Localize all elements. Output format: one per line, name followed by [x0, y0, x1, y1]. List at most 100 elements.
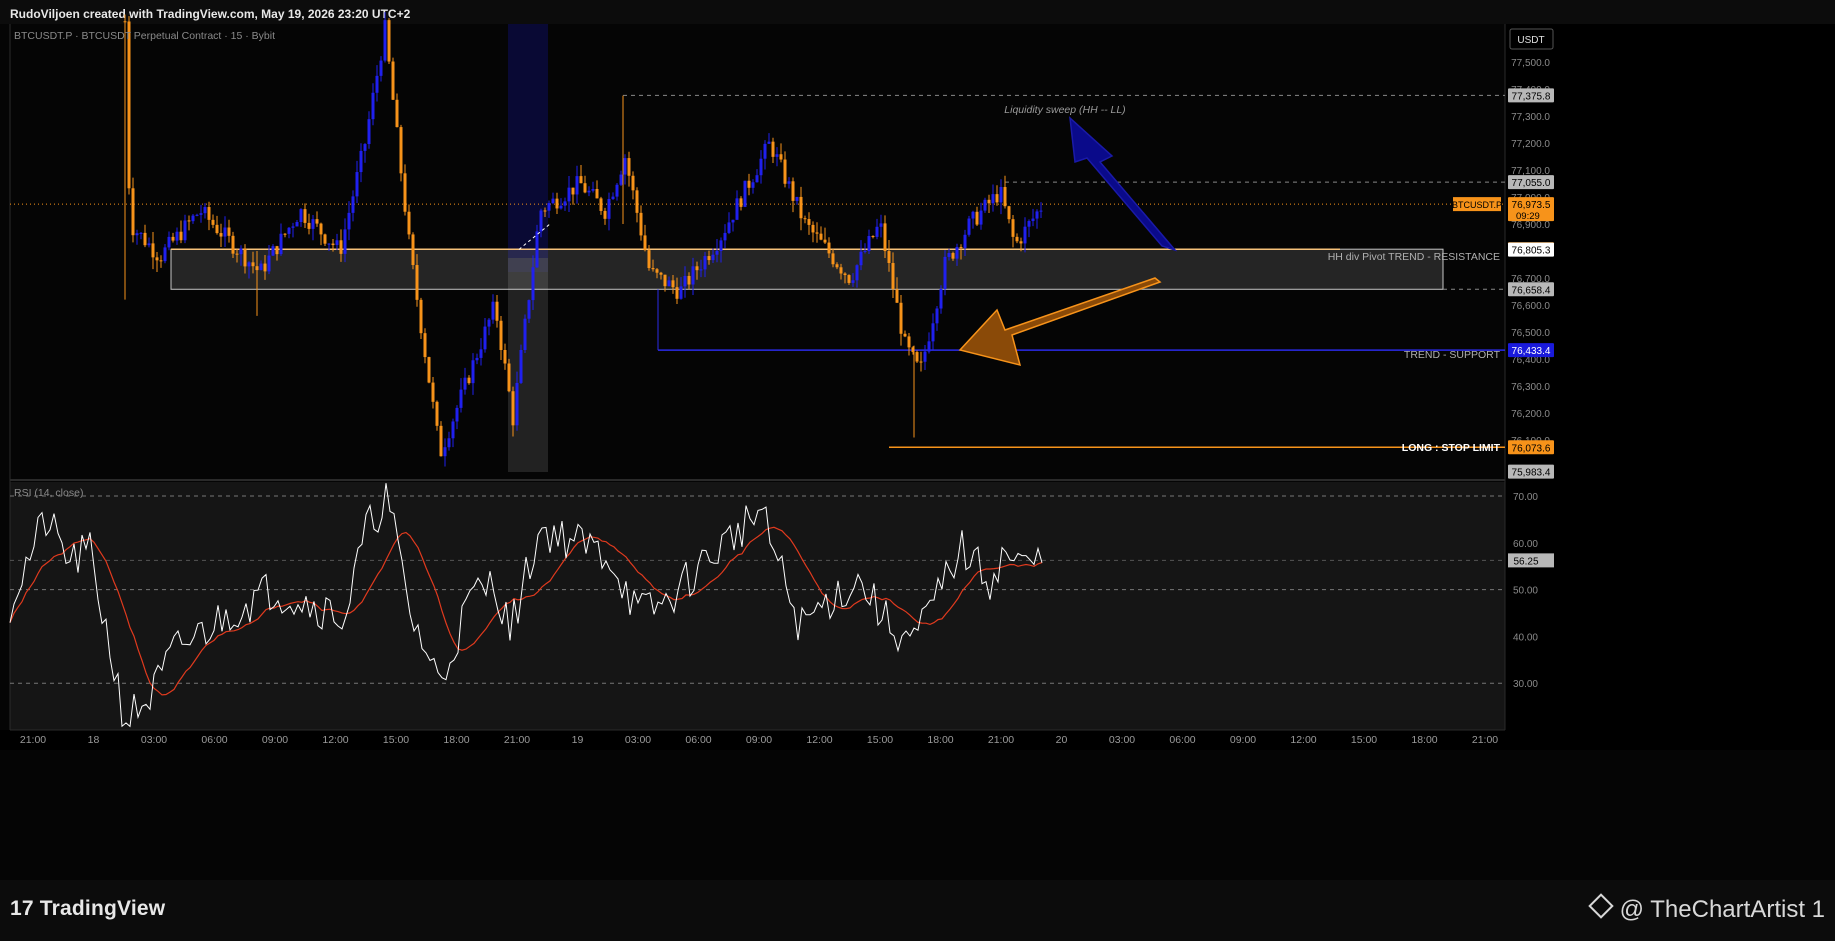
candle-body — [159, 260, 163, 262]
candle-body — [319, 223, 323, 235]
candle-body — [143, 232, 147, 246]
candle-body — [991, 194, 995, 204]
candle-body — [987, 199, 991, 204]
candle-body — [667, 280, 671, 287]
candle-body — [227, 227, 231, 236]
candle-body — [531, 267, 535, 301]
candle-body — [583, 183, 587, 193]
candle-body — [399, 127, 403, 174]
candle-body — [127, 21, 131, 189]
candle-body — [391, 61, 395, 100]
candle-body — [763, 143, 767, 159]
candle-body — [231, 235, 235, 254]
candle-body — [567, 187, 571, 202]
candle-body — [379, 60, 383, 76]
candle-body — [343, 229, 347, 254]
candle-body — [703, 256, 707, 270]
candle-body — [595, 189, 599, 199]
time-tick: 18 — [88, 734, 100, 746]
candle-body — [579, 176, 583, 184]
candle-body — [891, 262, 895, 290]
candle-body — [431, 382, 435, 402]
candle-body — [287, 227, 291, 234]
candle-body — [455, 407, 459, 422]
candle-body — [635, 190, 639, 213]
candle-body — [1027, 221, 1031, 227]
author-credit: @ TheChartArtist 1 — [1587, 893, 1825, 924]
candle-body — [439, 425, 443, 457]
candle-body — [663, 274, 667, 287]
candle-body — [603, 210, 607, 219]
candle-body — [375, 75, 379, 93]
candle-body — [783, 159, 787, 184]
candle-body — [291, 226, 295, 228]
candle-body — [939, 288, 943, 309]
candle-body — [139, 232, 143, 234]
candle-body — [895, 289, 899, 303]
diamond-icon — [1587, 893, 1614, 919]
candle-body — [779, 154, 783, 160]
candle-body — [403, 173, 407, 212]
candle-body — [167, 236, 171, 248]
candle-body — [631, 175, 635, 191]
price-label: 76,433.4 — [1512, 346, 1551, 357]
candle-body — [163, 247, 167, 262]
candle-body — [803, 218, 807, 220]
candle-body — [651, 268, 655, 270]
rsi-tick: 40.00 — [1513, 632, 1538, 643]
candle-body — [727, 222, 731, 233]
liquidity-sweep-label: Liquidity sweep (HH -- LL) — [1004, 104, 1125, 116]
candle-body — [671, 280, 675, 288]
candle-body — [279, 233, 283, 255]
candle-body — [523, 318, 527, 351]
candle-body — [611, 196, 615, 200]
candle-body — [487, 319, 491, 327]
candle-body — [863, 250, 867, 252]
candle-body — [235, 253, 239, 255]
candle-body — [1003, 187, 1007, 207]
time-range-highlight-lower — [508, 258, 548, 472]
candle-body — [463, 377, 467, 390]
candle-body — [443, 447, 447, 457]
candle-body — [999, 187, 1003, 203]
candle-body — [275, 246, 279, 255]
candle-body — [755, 175, 759, 183]
candle-body — [799, 196, 803, 219]
candle-body — [271, 246, 275, 256]
candle-body — [955, 246, 959, 259]
price-tick: 76,500.0 — [1511, 328, 1550, 339]
price-label: 76,658.4 — [1512, 285, 1551, 296]
candle-body — [195, 214, 199, 216]
candle-body — [719, 240, 723, 251]
candle-body — [739, 198, 743, 207]
time-tick: 21:00 — [20, 734, 46, 746]
candle-body — [247, 262, 251, 267]
candle-body — [927, 341, 931, 352]
price-label: 75,983.4 — [1512, 468, 1551, 479]
candle-body — [767, 141, 771, 144]
candle-body — [351, 196, 355, 213]
candle-body — [695, 266, 699, 271]
candle-body — [679, 286, 683, 299]
time-tick: 18:00 — [443, 734, 469, 746]
time-tick: 12:00 — [322, 734, 348, 746]
candle-body — [627, 158, 631, 176]
rsi-tick: 60.00 — [1513, 539, 1538, 550]
resistance-zone[interactable] — [170, 248, 1444, 290]
price-chart[interactable]: Liquidity sweep (HH -- LL) HH div Pivot T… — [0, 0, 1835, 880]
stop-limit-label: LONG : STOP LIMIT — [1402, 442, 1501, 454]
candle-body — [643, 235, 647, 251]
candle-body — [835, 264, 839, 268]
candle-body — [307, 222, 311, 229]
candle-body — [427, 357, 431, 383]
candle-body — [395, 99, 399, 128]
candle-body — [263, 263, 267, 272]
tradingview-logo[interactable]: 17 TradingView — [10, 897, 165, 921]
candle-body — [683, 275, 687, 287]
price-tick: 76,300.0 — [1511, 382, 1550, 393]
footer-bar — [0, 880, 1835, 941]
candle-body — [411, 234, 415, 266]
candle-body — [191, 215, 195, 222]
candle-body — [199, 213, 203, 215]
candle-body — [303, 209, 307, 223]
